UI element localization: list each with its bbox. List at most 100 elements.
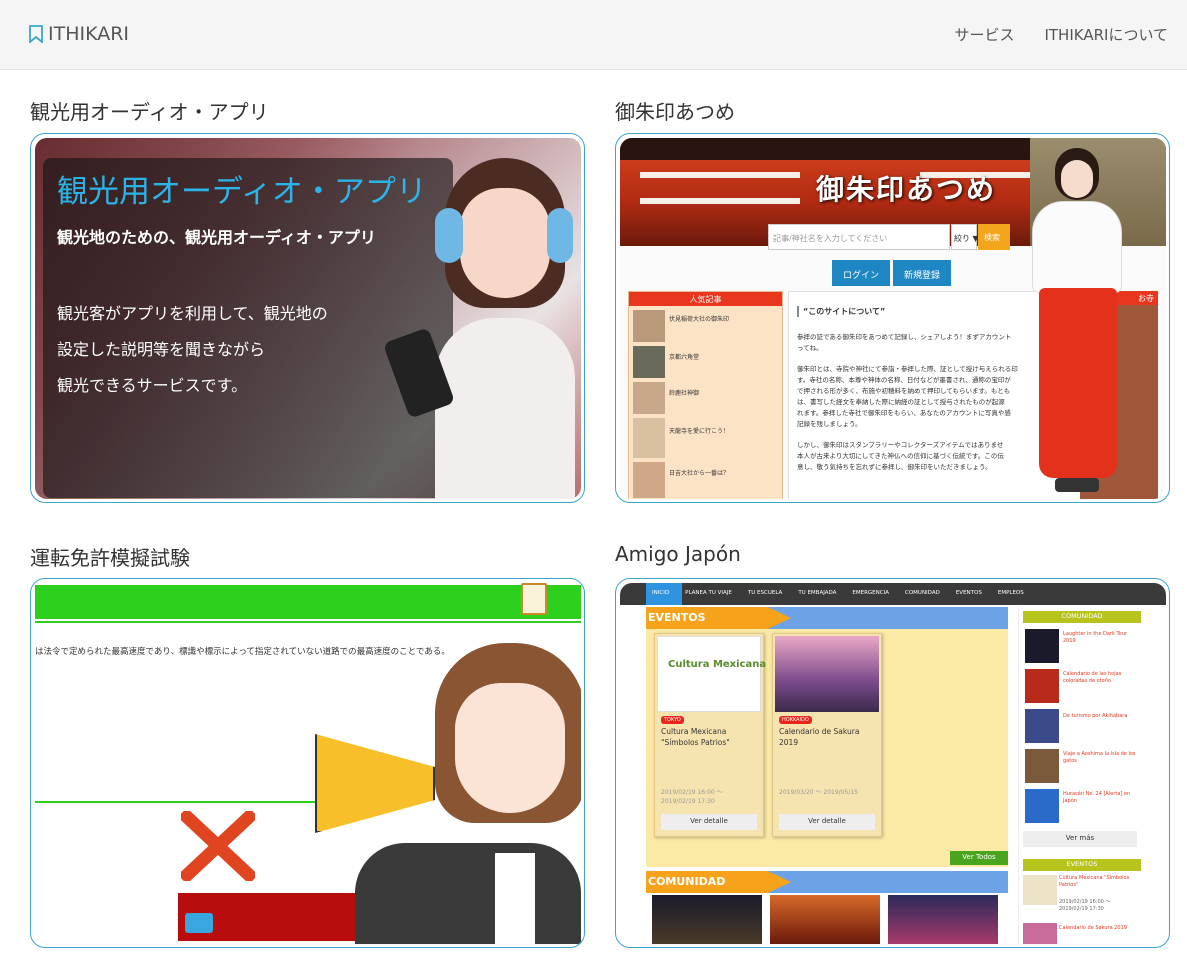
card-title-audio: 観光用オーディオ・アプリ bbox=[30, 100, 269, 124]
popular-item[interactable]: 鈴鹿社神御 bbox=[669, 388, 699, 397]
megaphone-woman-illustration bbox=[315, 623, 581, 944]
event-title: Calendario de Sakura 2019 bbox=[779, 727, 860, 747]
event-title: Cultura Mexicana "Símbolos Patrios" bbox=[661, 727, 730, 747]
popular-thumb bbox=[633, 310, 665, 342]
nav-link-services[interactable]: サービス bbox=[954, 24, 1014, 45]
ver-todos-button[interactable]: Ver Todos bbox=[950, 851, 1008, 865]
event-photo bbox=[775, 636, 879, 712]
side-item[interactable]: Huracán No. 24 [Alerta] en Japón bbox=[1063, 791, 1139, 805]
amigo-menu-item[interactable]: EMPLEOS bbox=[998, 590, 1024, 596]
goshuin-search-button[interactable]: 検索 bbox=[978, 224, 1010, 250]
amigo-menu-item[interactable]: INICIO bbox=[652, 590, 669, 596]
side-thumb bbox=[1025, 709, 1059, 743]
side-item[interactable]: Calendario de las hojas coloradas de oto… bbox=[1063, 671, 1139, 685]
driving-screenshot: は法令で定められた最高速度であり、標識や標示によって指定されていない道路での最高… bbox=[35, 583, 581, 944]
goshuin-register-button[interactable]: 新規登録 bbox=[893, 260, 951, 286]
megaphone-icon bbox=[315, 734, 435, 833]
card-amigo-japon[interactable]: INICIO PLANEA TU VIAJE TU ESCUELA TU EMB… bbox=[615, 578, 1170, 948]
popular-item[interactable]: 天龍寺を愛に行こう！ bbox=[669, 426, 729, 435]
side-thumb bbox=[1025, 789, 1059, 823]
card-title-amigo: Amigo Japón bbox=[615, 542, 741, 566]
audio-desc-line: 観光客がアプリを利用して、観光地の bbox=[57, 304, 328, 323]
card-audio-app[interactable]: 観光用オーディオ・アプリ 観光地のための、観光用オーディオ・アプリ 観光客がアプ… bbox=[30, 133, 585, 503]
about-text: 参拝の証である御朱印をあつめて記録し、シェアしよう！まずアカウント ってね。 御朱… bbox=[797, 333, 1018, 471]
goshuin-search-input[interactable]: 記事/神社名を入力してください bbox=[768, 224, 950, 250]
popular-thumb bbox=[633, 418, 665, 458]
event-tag: TOKYO bbox=[661, 716, 684, 724]
driving-header-bar bbox=[35, 585, 581, 619]
event-card[interactable]: Cultura Mexicana TOKYO Cultura Mexicana … bbox=[654, 633, 766, 837]
event-poster: Cultura Mexicana bbox=[657, 636, 766, 712]
amigo-menu-item[interactable]: EVENTOS bbox=[956, 590, 982, 596]
cat-icon bbox=[185, 913, 213, 933]
side-thumb bbox=[1025, 669, 1059, 703]
goshuin-filter-select[interactable]: 絞り ▼ bbox=[951, 224, 979, 250]
navbar: ITHIKARI サービス ITHIKARIについて bbox=[0, 0, 1187, 70]
popular-item[interactable]: 京都六角堂 bbox=[669, 352, 699, 361]
amigo-eventos-heading: EVENTOS bbox=[646, 607, 791, 629]
amigo-comunidad-heading: COMUNIDAD bbox=[646, 871, 791, 893]
amigo-menubar: INICIO PLANEA TU VIAJE TU ESCUELA TU EMB… bbox=[620, 583, 1166, 605]
brand-link[interactable]: ITHIKARI bbox=[28, 23, 129, 45]
brand-name: ITHIKARI bbox=[48, 23, 130, 45]
popular-thumb bbox=[633, 382, 665, 414]
side-event-item[interactable]: Calendario de Sakura 2019 bbox=[1059, 925, 1139, 932]
side-thumb bbox=[1025, 749, 1059, 783]
amigo-menu-item[interactable]: TU ESCUELA bbox=[748, 590, 782, 596]
side-item[interactable]: Viaje a Aoshima la isla de los gatos bbox=[1063, 751, 1139, 765]
popular-thumb bbox=[633, 462, 665, 498]
audio-subheading: 観光地のための、観光用オーディオ・アプリ bbox=[57, 228, 376, 247]
card-title-goshuin: 御朱印あつめ bbox=[615, 100, 735, 124]
goshuin-logo: 御朱印あつめ bbox=[816, 173, 997, 206]
popular-thumb bbox=[633, 346, 665, 378]
wrong-x-icon bbox=[181, 811, 255, 881]
card-goshuin[interactable]: 御朱印あつめ 記事/神社名を入力してください 絞り ▼ 検索 ログイン 新規登録… bbox=[615, 133, 1170, 503]
card-title-driving: 運転免許模擬試験 bbox=[30, 546, 190, 570]
popular-sidebar: 人気記事 伏見稲荷大社の御朱印 京都六角堂 鈴鹿社神御 天龍寺を愛に行こう！ 日… bbox=[628, 291, 783, 499]
audio-heading: 観光用オーディオ・アプリ bbox=[57, 174, 427, 210]
nav-link-about[interactable]: ITHIKARIについて bbox=[1044, 24, 1168, 45]
clipboard-icon bbox=[521, 583, 547, 615]
ver-mas-button[interactable]: Ver más bbox=[1023, 831, 1137, 847]
side-item[interactable]: Laughter in the Dark Tour 2019 bbox=[1063, 631, 1139, 645]
side-item[interactable]: De turismo por Akihabara bbox=[1063, 713, 1139, 720]
amigo-menu-item[interactable]: EMERGENCIA bbox=[852, 590, 889, 596]
goshuin-screenshot: 御朱印あつめ 記事/神社名を入力してください 絞り ▼ 検索 ログイン 新規登録… bbox=[620, 138, 1166, 499]
event-detail-button[interactable]: Ver detalle bbox=[779, 814, 875, 830]
amigo-events-section: EVENTOS Cultura Mexicana TOKYO Cultura M… bbox=[646, 607, 1008, 867]
event-card[interactable]: HOKKAIDO Calendario de Sakura 2019 2019/… bbox=[772, 633, 882, 837]
headphones-icon bbox=[435, 208, 463, 263]
event-detail-button[interactable]: Ver detalle bbox=[661, 814, 757, 830]
popular-item[interactable]: 伏見稲荷大社の御朱印 bbox=[669, 314, 729, 323]
comunidad-thumb[interactable] bbox=[770, 895, 880, 944]
side-event-item[interactable]: Cultura Mexicana "Símbolos Patrios" bbox=[1059, 875, 1139, 889]
card-driving-test[interactable]: は法令で定められた最高速度であり、標識や標示によって指定されていない道路での最高… bbox=[30, 578, 585, 948]
event-dates: 2019/03/20 ～ 2019/05/15 bbox=[779, 789, 858, 796]
event-tag: HOKKAIDO bbox=[779, 716, 812, 724]
popular-header: 人気記事 bbox=[629, 292, 782, 306]
amigo-menu: INICIO PLANEA TU VIAJE TU ESCUELA TU EMB… bbox=[652, 590, 1024, 596]
event-dates: 2019/02/19 16:00 ～ 2019/02/19 17:30 bbox=[661, 789, 723, 805]
comunidad-thumb[interactable] bbox=[652, 895, 762, 944]
audio-banner: 観光用オーディオ・アプリ 観光地のための、観光用オーディオ・アプリ 観光客がアプ… bbox=[35, 138, 581, 499]
amigo-screenshot: INICIO PLANEA TU VIAJE TU ESCUELA TU EMB… bbox=[620, 583, 1166, 944]
amigo-comunidad-bar: COMUNIDAD bbox=[646, 871, 1008, 893]
side-event-dates: 2019/02/19 16:00 ～ 2019/02/19 17:30 bbox=[1059, 899, 1111, 912]
amigo-menu-item[interactable]: COMUNIDAD bbox=[905, 590, 940, 596]
side-comunidad-heading: COMUNIDAD bbox=[1023, 611, 1141, 623]
bookmark-icon bbox=[29, 25, 43, 43]
comunidad-thumb[interactable] bbox=[888, 895, 998, 944]
side-thumb bbox=[1025, 629, 1059, 663]
amigo-menu-item[interactable]: TU EMBAJADA bbox=[798, 590, 836, 596]
amigo-sidebar: COMUNIDAD Laughter in the Dark Tour 2019… bbox=[1018, 607, 1144, 944]
about-title: “このサイトについて” bbox=[797, 306, 885, 317]
audio-desc-line: 設定した説明等を聞きながら bbox=[57, 340, 266, 359]
audio-desc-line: 観光できるサービスです。 bbox=[57, 376, 248, 395]
girl-illustration bbox=[382, 158, 575, 499]
side-thumb bbox=[1023, 923, 1057, 944]
side-thumb bbox=[1023, 875, 1057, 905]
popular-item[interactable]: 日吉大社から一番は？ bbox=[669, 468, 729, 477]
goshuin-login-button[interactable]: ログイン bbox=[832, 260, 890, 286]
shrine-maiden-figure bbox=[1015, 148, 1135, 499]
amigo-menu-item[interactable]: PLANEA TU VIAJE bbox=[685, 590, 732, 596]
